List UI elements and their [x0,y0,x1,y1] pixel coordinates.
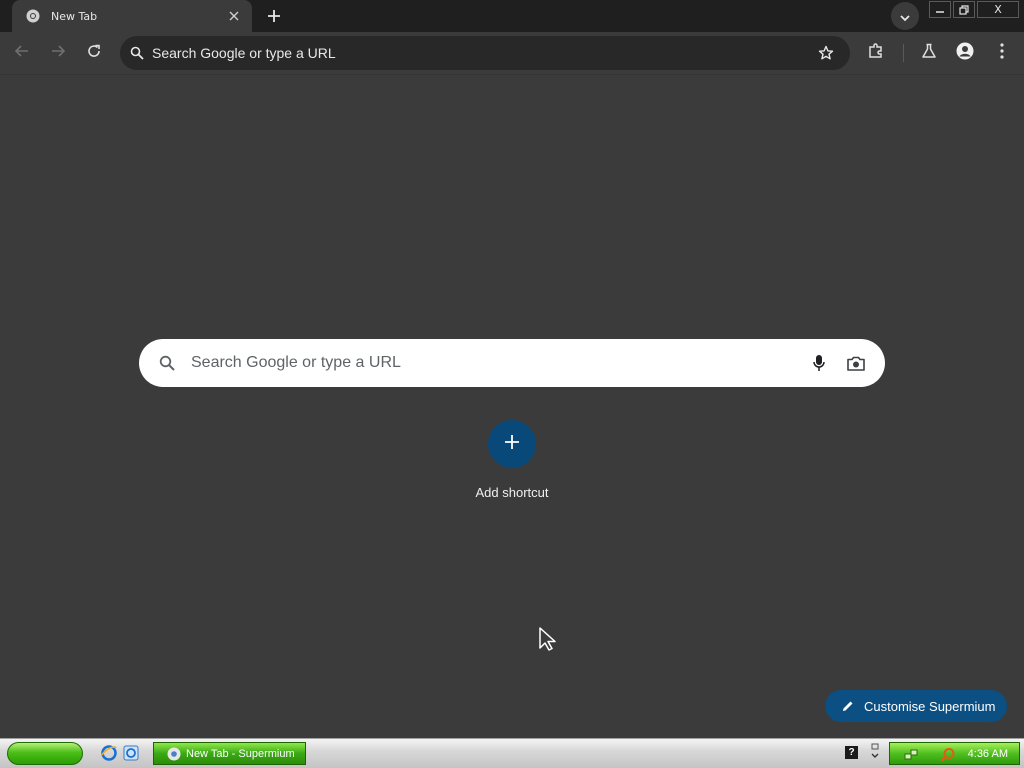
pencil-icon [840,698,856,714]
network-icon[interactable] [904,747,918,766]
labs-button[interactable] [915,39,943,67]
reload-icon [86,43,102,63]
profile-icon [956,42,974,64]
reload-button[interactable] [80,39,108,67]
taskbar: New Tab - Supermium ? 4:36 AM [0,738,1024,768]
ntp-search-box[interactable] [139,339,885,387]
chrome-icon [25,8,41,24]
supermium-icon [166,746,182,762]
kebab-menu-icon [1000,43,1004,63]
flask-icon [921,43,937,63]
taskbar-button-label: New Tab - Supermium [186,747,295,760]
restore-button[interactable] [953,1,975,18]
mouse-cursor-icon [539,627,556,651]
profile-button[interactable] [951,39,979,67]
camera-icon[interactable] [845,353,867,373]
tab-strip: New Tab X [0,0,1024,32]
tab-search-button[interactable] [891,2,919,30]
customise-button[interactable]: Customise Supermium [825,690,1007,722]
close-icon[interactable] [224,6,244,26]
tray-expand-icon[interactable] [866,743,884,761]
menu-button[interactable] [988,39,1016,67]
internet-explorer-icon[interactable] [100,744,118,762]
close-window-label: X [994,3,1002,16]
arrow-right-icon [50,43,66,63]
add-shortcut-tile[interactable]: Add shortcut [462,420,562,504]
taskbar-button-new-tab[interactable]: New Tab - Supermium [153,742,306,765]
bookmark-star-icon[interactable] [816,43,836,63]
plus-icon [504,434,520,454]
arrow-left-icon [14,43,30,63]
minimize-button[interactable] [929,1,951,18]
clock[interactable]: 4:36 AM [968,748,1008,760]
extensions-button[interactable] [862,39,890,67]
address-input[interactable] [152,45,792,61]
add-shortcut-label: Add shortcut [475,485,549,500]
search-icon [157,353,177,373]
start-button[interactable] [7,742,83,765]
back-button[interactable] [8,39,36,67]
customise-label: Customise Supermium [864,698,996,714]
magnifier-icon[interactable] [940,747,956,767]
search-icon [128,44,146,62]
ntp-search-input[interactable] [191,354,751,372]
add-shortcut-button[interactable] [488,420,536,468]
forward-button[interactable] [44,39,72,67]
tab-title: New Tab [51,9,98,23]
puzzle-icon [867,42,885,64]
microphone-icon[interactable] [809,353,829,373]
system-tray: 4:36 AM [889,742,1020,765]
address-bar[interactable] [120,36,850,70]
close-window-button[interactable]: X [977,1,1019,18]
toolbar-separator [903,44,904,62]
new-tab-button[interactable] [260,3,288,29]
chevron-down-icon [899,7,911,26]
ie-shortcut-icon[interactable] [122,744,140,762]
help-icon[interactable]: ? [845,746,858,759]
tab-new-tab[interactable]: New Tab [12,0,252,32]
